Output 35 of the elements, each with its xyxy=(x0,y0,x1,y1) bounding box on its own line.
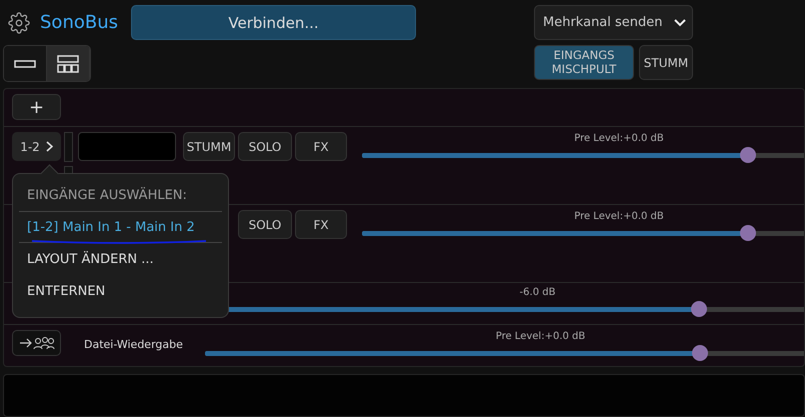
menu-item[interactable]: LAYOUT ÄNDERN ... xyxy=(19,243,222,275)
input-select-button[interactable]: 1-2 xyxy=(12,132,61,161)
add-button[interactable]: + xyxy=(12,94,61,120)
arrow-to-people-icon xyxy=(18,336,54,350)
slider-thumb[interactable] xyxy=(740,146,756,162)
file-playback-label: Datei-Wiedergabe xyxy=(84,338,184,351)
slider-label: Pre Level:+0.0 dB xyxy=(574,132,664,146)
channel-button[interactable]: SOLO xyxy=(238,132,292,161)
slider-thumb[interactable] xyxy=(692,344,708,360)
chevron-down-icon xyxy=(674,18,686,26)
slider-label: Pre Level:+0.0 dB xyxy=(574,210,664,224)
chevron-right-icon xyxy=(46,141,53,152)
menu-item[interactable]: ENTFERNEN xyxy=(19,275,222,307)
slider-thumb[interactable] xyxy=(740,224,756,240)
channel-button[interactable]: STUMM xyxy=(183,132,235,161)
slider-label: -6.0 dB xyxy=(520,286,556,300)
file-playback-button[interactable] xyxy=(12,330,61,356)
layout-button[interactable] xyxy=(4,46,47,81)
mute-button[interactable]: STUMM xyxy=(639,45,693,80)
layout-button[interactable] xyxy=(47,46,90,81)
channel-name-field[interactable] xyxy=(78,132,176,161)
menu-title: EINGÄNGE AUSWÄHLEN: xyxy=(27,188,188,203)
app-name: SonoBus xyxy=(40,12,118,33)
channel-button[interactable]: FX xyxy=(295,210,347,239)
channel-button[interactable]: SOLO xyxy=(238,210,292,239)
mixer-layout-icon xyxy=(57,54,79,72)
menu-item[interactable]: [1-2] Main In 1 - Main In 2 xyxy=(19,211,222,243)
channel-button[interactable]: FX xyxy=(295,132,347,161)
single-row-icon xyxy=(14,60,36,68)
connect-button[interactable]: Verbinden... xyxy=(131,5,416,40)
slider-label: Pre Level:+0.0 dB xyxy=(496,330,586,344)
send-mode-dropdown[interactable]: Mehrkanal senden xyxy=(534,5,693,40)
input-mixer-button[interactable]: EINGANGS MISCHPULT xyxy=(534,45,634,80)
slider-thumb[interactable] xyxy=(690,300,707,316)
settings-icon[interactable] xyxy=(8,12,30,34)
